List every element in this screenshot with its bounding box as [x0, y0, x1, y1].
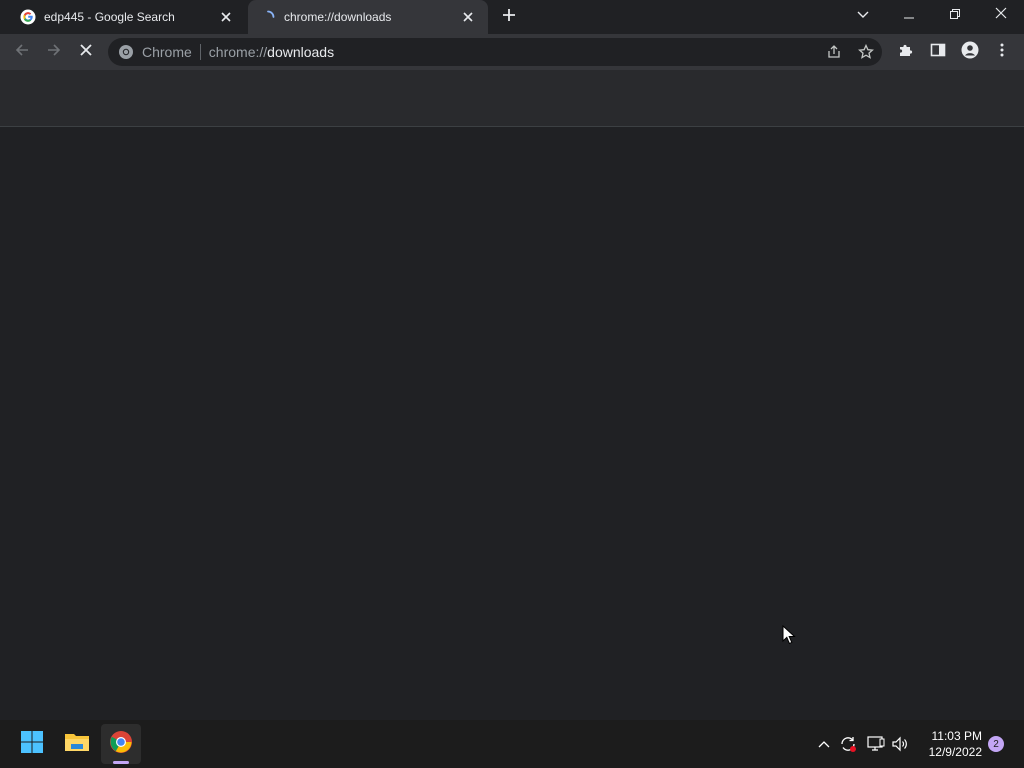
clock-date: 12/9/2022 — [928, 745, 982, 759]
puzzle-piece-icon — [898, 42, 914, 63]
omnibox-separator — [199, 44, 201, 60]
file-explorer-button[interactable] — [57, 724, 97, 764]
minimize-icon — [904, 6, 914, 24]
back-button[interactable] — [10, 40, 34, 64]
stop-loading-button[interactable] — [74, 40, 98, 64]
side-panel-button[interactable] — [926, 40, 950, 64]
forward-arrow-icon — [46, 42, 62, 63]
minimize-button[interactable] — [886, 0, 932, 30]
chrome-taskbar-button[interactable] — [101, 724, 141, 764]
new-tab-button[interactable] — [498, 7, 520, 27]
close-tab-icon[interactable] — [218, 9, 234, 25]
chrome-logo-icon — [118, 44, 134, 60]
chrome-logo-icon — [109, 730, 133, 759]
windows-taskbar: 11:03 PM 12/9/2022 2 — [0, 720, 1024, 768]
google-favicon-icon — [20, 9, 36, 25]
address-bar[interactable]: Chrome chrome://downloads — [108, 38, 882, 66]
stop-x-icon — [79, 43, 93, 62]
plus-icon — [502, 8, 516, 27]
active-app-indicator — [113, 761, 129, 764]
forward-button[interactable] — [42, 40, 66, 64]
url-host: downloads — [267, 44, 335, 60]
notification-count: 2 — [993, 738, 999, 750]
tab-downloads[interactable]: chrome://downloads — [248, 0, 488, 34]
profile-icon — [961, 41, 979, 64]
start-button[interactable] — [12, 724, 52, 764]
tab-title: edp445 - Google Search — [44, 10, 175, 24]
downloads-page-header — [0, 70, 1024, 127]
share-icon[interactable] — [824, 42, 844, 62]
restore-icon — [950, 6, 960, 24]
browser-toolbar: Chrome chrome://downloads — [0, 34, 1024, 70]
notification-center-badge[interactable]: 2 — [988, 736, 1004, 752]
network-icon[interactable] — [866, 734, 886, 754]
url-scheme: chrome:// — [208, 44, 268, 60]
back-arrow-icon — [14, 42, 30, 63]
sync-status-icon[interactable] — [838, 734, 858, 754]
show-hidden-icons-button[interactable] — [814, 734, 834, 754]
tab-title: chrome://downloads — [284, 10, 392, 24]
chevron-up-icon — [818, 735, 830, 753]
kebab-menu-icon — [1000, 43, 1004, 62]
close-tab-icon[interactable] — [460, 9, 476, 25]
clock-time: 11:03 PM — [931, 729, 982, 743]
volume-icon[interactable] — [890, 734, 910, 754]
folder-icon — [64, 731, 90, 758]
restore-button[interactable] — [932, 0, 978, 30]
extensions-button[interactable] — [894, 40, 918, 64]
close-icon — [995, 6, 1007, 24]
side-panel-icon — [930, 42, 946, 63]
loading-spinner-icon — [260, 9, 276, 25]
tab-strip: edp445 - Google Search chrome://download… — [0, 0, 1024, 34]
tab-search-button[interactable] — [840, 0, 886, 30]
close-window-button[interactable] — [978, 0, 1024, 30]
chrome-menu-button[interactable] — [990, 40, 1014, 64]
profile-button[interactable] — [958, 40, 982, 64]
tab-google-search[interactable]: edp445 - Google Search — [8, 0, 246, 34]
windows-logo-icon — [20, 730, 44, 759]
mouse-cursor-icon — [782, 624, 796, 650]
chevron-down-icon — [857, 6, 869, 24]
system-clock[interactable]: 11:03 PM 12/9/2022 — [916, 728, 982, 760]
downloads-page-body — [0, 127, 1024, 720]
bookmark-star-icon[interactable] — [856, 42, 876, 62]
site-chip-label: Chrome — [142, 44, 192, 60]
